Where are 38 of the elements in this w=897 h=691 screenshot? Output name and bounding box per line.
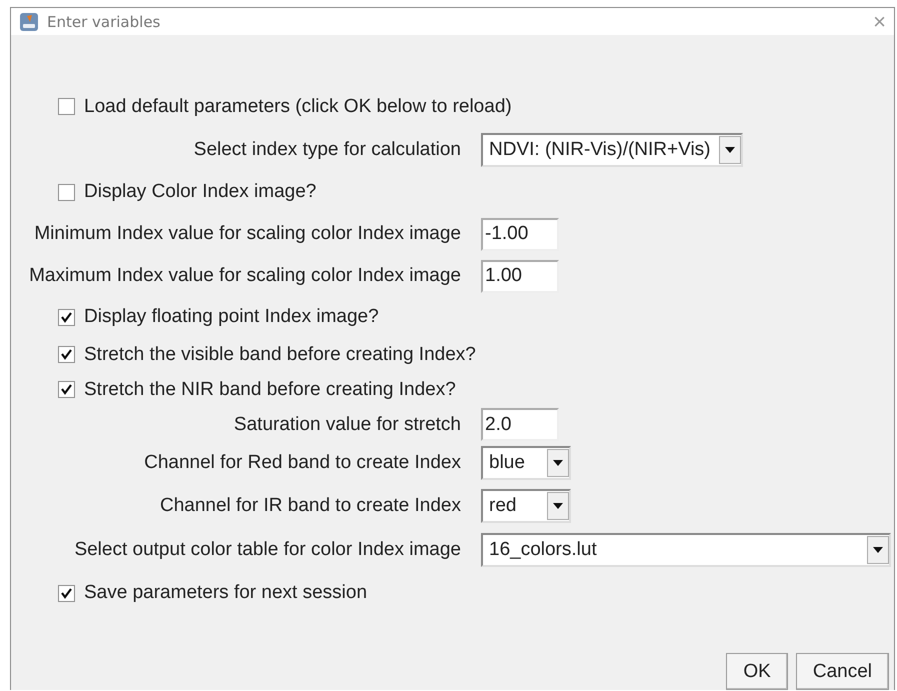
check-mark-icon [61, 312, 72, 322]
check-mark-icon [61, 384, 72, 395]
field-label: Maximum Index value for scaling color Index image [28, 265, 461, 287]
caret-icon [725, 146, 735, 152]
dropdown[interactable]: 16_colors.lut [481, 533, 891, 567]
checkbox[interactable] [58, 308, 75, 326]
dropdown[interactable]: red [481, 489, 571, 523]
checkbox[interactable] [58, 381, 75, 398]
checkbox-label: Save parameters for next session [84, 582, 368, 604]
checkbox[interactable] [58, 98, 75, 115]
input-field[interactable]: -1.00 [481, 218, 559, 250]
window-title: Enter variables [47, 12, 162, 30]
checkbox[interactable] [58, 184, 75, 200]
caret-icon [553, 460, 563, 466]
app-icon [19, 12, 39, 32]
field-label: Select output color table for color Index image [73, 539, 461, 561]
caret-icon [553, 503, 563, 509]
checkbox-label: Display floating point Index image? [84, 306, 379, 328]
checkbox-label: Load default parameters (click OK below to reload) [84, 96, 512, 118]
dropdown[interactable]: blue [481, 446, 571, 480]
field-label: Select index type for calculation [192, 138, 461, 160]
check-mark-icon [61, 588, 72, 598]
check-mark-icon [61, 349, 72, 360]
input-field[interactable]: 2.0 [481, 408, 559, 441]
input-field[interactable]: 1.00 [481, 260, 559, 292]
checkbox-label: Stretch the visible band before creating Index? [84, 344, 476, 366]
field-label: Minimum Index value for scaling color Index image [33, 223, 461, 245]
dialog-button[interactable]: Cancel [796, 653, 889, 690]
field-label: Saturation value for stretch [232, 414, 461, 436]
dropdown[interactable]: NDVI: (NIR-Vis)/(NIR+Vis) [481, 132, 743, 166]
field-label: Channel for Red band to create Index [143, 452, 461, 474]
checkbox[interactable] [58, 584, 75, 602]
field-label: Channel for IR band to create Index [158, 495, 461, 517]
checkbox-label: Display Color Index image? [84, 181, 316, 203]
checkbox[interactable] [58, 346, 75, 363]
dialog-button[interactable]: OK [726, 653, 788, 690]
caret-icon [873, 547, 883, 553]
checkbox-label: Stretch the NIR band before creating Index? [84, 378, 456, 400]
